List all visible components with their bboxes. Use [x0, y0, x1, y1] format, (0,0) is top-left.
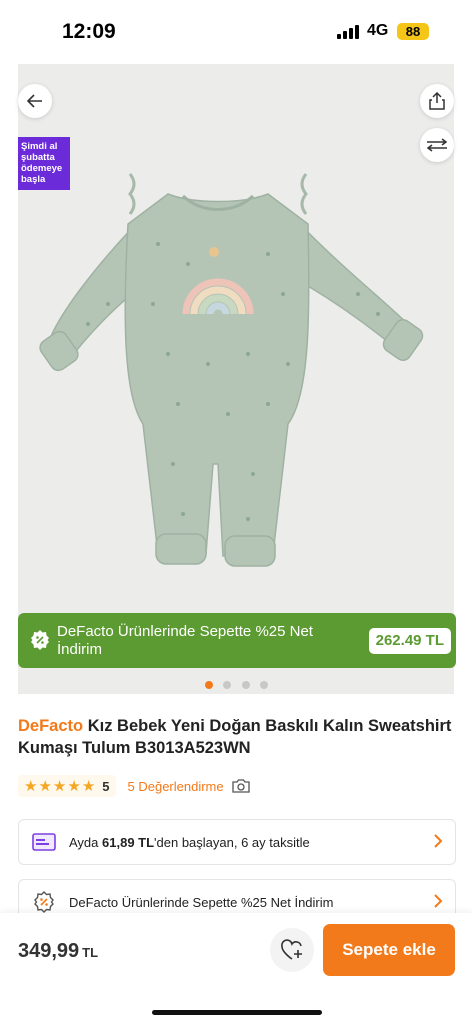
star-icon: ★: [67, 778, 81, 795]
price-value: 349,99: [18, 940, 80, 962]
promo-line: ödemeye: [21, 163, 63, 174]
promo-line: şubatta: [21, 152, 55, 163]
installment-card[interactable]: Ayda 61,89 TL'den başlayan, 6 ay taksitl…: [18, 819, 456, 865]
network-type: 4G: [367, 22, 389, 39]
arrow-left-icon: [27, 94, 42, 108]
rating-score: 5: [102, 778, 110, 794]
rating-row: ★ ★ ★ ★ ★ 5 5 Değerlendirme: [18, 774, 250, 798]
credit-card-icon: [32, 833, 56, 851]
signal-icon: [337, 25, 361, 39]
bottom-action-bar: 349,99 TL Sepete ekle: [0, 913, 473, 1024]
installment-prefix: Ayda: [69, 835, 103, 850]
star-icon: ★: [52, 778, 67, 795]
camera-icon[interactable]: [231, 779, 250, 793]
battery-icon: 88: [397, 23, 429, 40]
favorite-button[interactable]: [270, 928, 314, 972]
product-title: DeFacto Kız Bebek Yeni Doğan Baskılı Kal…: [18, 715, 458, 759]
star-icon: ★: [38, 778, 52, 795]
product-price: 349,99 TL: [18, 940, 98, 963]
back-button[interactable]: [18, 84, 52, 118]
carousel-dots: [0, 676, 473, 694]
discount-badge-icon: [31, 630, 49, 650]
product-image[interactable]: [18, 64, 454, 694]
promo-sticker[interactable]: Şimdi al şubatta ödemeye başla: [18, 137, 70, 190]
star-icon: ★: [81, 778, 96, 795]
promo-line: Şimdi al: [21, 141, 58, 152]
discount-banner-text: DeFacto Ürünlerinde Sepette %25 Net İndi…: [57, 623, 313, 658]
promo-line: başla: [21, 174, 46, 185]
product-name: Kız Bebek Yeni Doğan Baskılı Kalın Sweat…: [18, 717, 452, 757]
carousel-dot[interactable]: [241, 681, 250, 689]
chevron-right-icon: [434, 894, 443, 908]
chevron-right-icon: [434, 834, 443, 848]
brand-link[interactable]: DeFacto: [18, 717, 83, 735]
heart-icon: [281, 939, 302, 960]
status-bar: 12:09 4G 88: [0, 0, 473, 62]
discount-banner[interactable]: DeFacto Ürünlerinde Sepette %25 Net İndi…: [18, 613, 456, 668]
installment-text: Ayda 61,89 TL'den başlayan, 6 ay taksitl…: [69, 835, 310, 850]
star-icon: ★: [24, 778, 38, 795]
compare-arrows-icon: [426, 138, 448, 152]
status-time: 12:09: [62, 20, 116, 43]
discount-card-text: DeFacto Ürünlerinde Sepette %25 Net İndi…: [69, 895, 334, 910]
carousel-dot[interactable]: [204, 681, 213, 689]
price-currency: TL: [82, 945, 99, 960]
installment-amount: 61,89 TL: [102, 835, 155, 850]
discount-tag-icon: [34, 891, 54, 913]
discount-price: 262.49 TL: [368, 628, 451, 654]
add-to-cart-button[interactable]: Sepete ekle: [323, 924, 455, 976]
installment-suffix: 'den başlayan, 6 ay taksitle: [154, 835, 310, 850]
rating-box[interactable]: ★ ★ ★ ★ ★ 5: [18, 775, 116, 797]
carousel-dot[interactable]: [223, 681, 232, 689]
product-photo: [39, 173, 424, 567]
share-button[interactable]: [420, 84, 454, 118]
compare-button[interactable]: [420, 128, 454, 162]
share-icon: [429, 92, 445, 110]
reviews-link[interactable]: 5 Değerlendirme: [128, 779, 224, 794]
carousel-dot[interactable]: [260, 681, 269, 689]
home-indicator[interactable]: [152, 1010, 322, 1015]
